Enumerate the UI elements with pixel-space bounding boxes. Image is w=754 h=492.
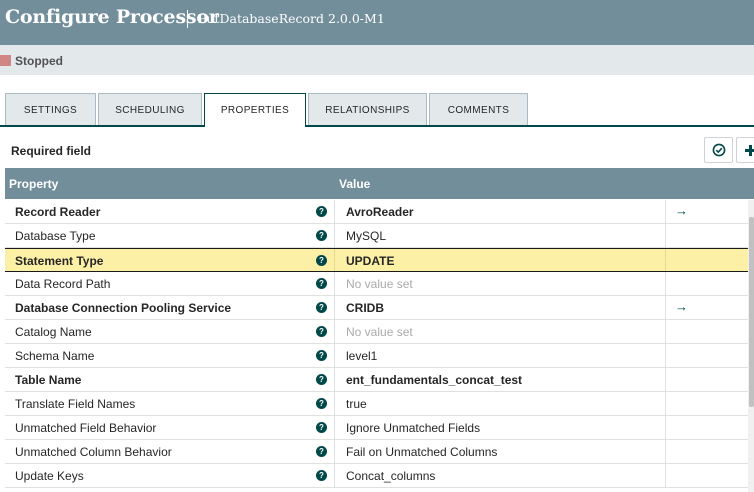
stopped-status-icon xyxy=(0,55,11,66)
info-icon[interactable]: ? xyxy=(316,302,327,313)
table-row[interactable]: Table Name? ent_fundamentals_concat_test xyxy=(5,368,748,392)
table-row[interactable]: Unmatched Column Behavior? Fail on Unmatc… xyxy=(5,440,748,464)
property-value[interactable]: No value set xyxy=(346,325,413,339)
property-value[interactable]: true xyxy=(346,397,367,411)
tab-bar: SETTINGS SCHEDULING PROPERTIES RELATIONS… xyxy=(0,93,754,127)
tab-baseline xyxy=(0,125,754,127)
property-name: Catalog Name xyxy=(15,325,92,339)
tab-scheduling[interactable]: SCHEDULING xyxy=(98,93,202,125)
property-value[interactable]: ent_fundamentals_concat_test xyxy=(346,373,522,387)
info-icon[interactable]: ? xyxy=(316,230,327,241)
column-divider xyxy=(665,440,666,463)
table-row[interactable]: Update Keys? Concat_columns xyxy=(5,464,748,488)
column-divider xyxy=(334,224,335,247)
property-value[interactable]: Concat_columns xyxy=(346,469,435,483)
info-icon[interactable]: ? xyxy=(316,446,327,457)
header-divider xyxy=(187,10,188,28)
column-divider xyxy=(334,296,335,319)
property-value[interactable]: No value set xyxy=(346,277,413,291)
column-divider xyxy=(665,224,666,247)
table-scrollbar[interactable] xyxy=(748,200,754,492)
column-divider xyxy=(665,392,666,415)
property-name: Record Reader xyxy=(15,205,101,219)
column-divider xyxy=(334,416,335,439)
property-value[interactable]: AvroReader xyxy=(346,205,414,219)
property-name: Update Keys xyxy=(15,469,84,483)
info-icon[interactable]: ? xyxy=(316,255,327,266)
tab-settings[interactable]: SETTINGS xyxy=(5,93,96,125)
column-divider xyxy=(665,368,666,391)
property-value[interactable]: Ignore Unmatched Fields xyxy=(346,421,480,435)
property-value[interactable]: UPDATE xyxy=(346,254,394,268)
table-row[interactable]: Catalog Name? No value set xyxy=(5,320,748,344)
info-icon[interactable]: ? xyxy=(316,422,327,433)
column-header-value[interactable]: Value xyxy=(339,177,370,191)
column-divider xyxy=(665,320,666,343)
property-value[interactable]: CRIDB xyxy=(346,301,384,315)
status-label: Stopped xyxy=(15,54,63,68)
table-header: Property Value xyxy=(5,168,754,199)
property-name: Table Name xyxy=(15,373,82,387)
property-name: Schema Name xyxy=(15,349,95,363)
status-bar: Stopped xyxy=(0,45,754,75)
column-divider xyxy=(334,249,335,271)
property-name: Data Record Path xyxy=(15,277,111,291)
property-value[interactable]: Fail on Unmatched Columns xyxy=(346,445,497,459)
table-row[interactable]: Translate Field Names? true xyxy=(5,392,748,416)
check-circle-icon xyxy=(712,143,725,157)
table-row[interactable]: Schema Name? level1 xyxy=(5,344,748,368)
column-header-property[interactable]: Property xyxy=(9,177,58,191)
column-divider xyxy=(334,344,335,367)
tab-properties[interactable]: PROPERTIES xyxy=(204,93,306,127)
tab-comments[interactable]: COMMENTS xyxy=(429,93,528,125)
property-name: Database Connection Pooling Service xyxy=(15,301,232,315)
property-name: Unmatched Field Behavior xyxy=(15,421,157,435)
go-to-service-icon[interactable]: → xyxy=(675,203,688,218)
column-divider xyxy=(334,464,335,487)
table-row[interactable]: Database Connection Pooling Service? CRID… xyxy=(5,296,748,320)
info-icon[interactable]: ? xyxy=(316,398,327,409)
info-icon[interactable]: ? xyxy=(316,470,327,481)
column-divider xyxy=(334,392,335,415)
column-divider xyxy=(334,320,335,343)
property-name: Statement Type xyxy=(15,254,104,268)
go-to-service-icon[interactable]: → xyxy=(675,299,688,314)
column-divider xyxy=(665,296,666,319)
column-divider xyxy=(334,368,335,391)
column-divider xyxy=(665,200,666,223)
column-divider xyxy=(334,440,335,463)
required-field-label: Required field xyxy=(11,144,92,158)
properties-table: Property Value Record Reader? AvroReader →… xyxy=(5,168,754,492)
info-icon[interactable]: ? xyxy=(316,350,327,361)
property-value[interactable]: level1 xyxy=(346,349,377,363)
info-icon[interactable]: ? xyxy=(316,206,327,217)
column-divider xyxy=(334,200,335,223)
table-row[interactable]: Unmatched Field Behavior? Ignore Unmatche… xyxy=(5,416,748,440)
info-icon[interactable]: ? xyxy=(316,326,327,337)
table-row[interactable]: Record Reader? AvroReader → xyxy=(5,200,748,224)
column-divider xyxy=(665,249,666,271)
table-row[interactable]: Statement Type? UPDATE xyxy=(5,248,748,272)
property-name: Translate Field Names xyxy=(15,397,136,411)
scrollbar-thumb[interactable] xyxy=(749,217,754,407)
add-property-button[interactable] xyxy=(736,137,754,163)
property-value[interactable]: MySQL xyxy=(346,229,386,243)
processor-type: PutDatabaseRecord 2.0.0-M1 xyxy=(198,11,385,26)
tab-relationships[interactable]: RELATIONSHIPS xyxy=(308,93,427,125)
verify-button[interactable] xyxy=(704,137,733,163)
column-divider xyxy=(665,344,666,367)
table-row[interactable]: Data Record Path? No value set xyxy=(5,272,748,296)
column-divider xyxy=(665,272,666,295)
property-name: Database Type xyxy=(15,229,96,243)
info-icon[interactable]: ? xyxy=(316,374,327,385)
column-divider xyxy=(665,416,666,439)
table-row[interactable]: Database Type? MySQL xyxy=(5,224,748,248)
property-name: Unmatched Column Behavior xyxy=(15,445,172,459)
dialog-header: Configure Processor PutDatabaseRecord 2.… xyxy=(0,0,754,45)
info-icon[interactable]: ? xyxy=(316,278,327,289)
column-divider xyxy=(334,272,335,295)
column-divider xyxy=(665,464,666,487)
